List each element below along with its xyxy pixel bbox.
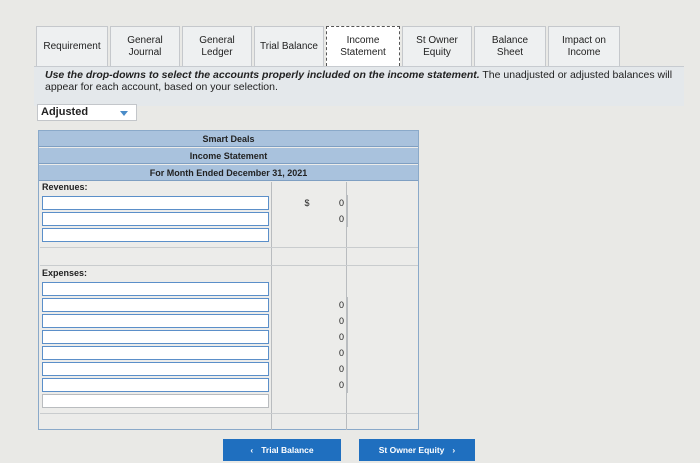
instructions-text: Use the drop-downs to select the account… [45,69,675,93]
expense-row [40,393,418,409]
revenue-account-select[interactable] [42,196,269,210]
instructions-bold: Use the drop-downs to select the account… [45,69,480,81]
tab-trial-balance[interactable]: Trial Balance [254,26,324,66]
statement-title: Income Statement [39,148,418,164]
expense-row [40,281,418,297]
expense-account-select[interactable] [42,378,269,392]
expense-row: 0 [40,361,418,377]
expense-value: 0 [316,297,348,313]
tab-general-journal[interactable]: General Journal [110,26,180,66]
expense-account-select[interactable] [42,394,269,408]
statement-period: For Month Ended December 31, 2021 [39,165,418,181]
revenue-value: 0 [316,195,348,211]
next-st-owner-equity-button[interactable]: St Owner Equity › [359,439,475,461]
expense-row: 0 [40,313,418,329]
prev-trial-balance-button[interactable]: ‹ Trial Balance [223,439,341,461]
expense-account-select[interactable] [42,362,269,376]
tab-requirement[interactable]: Requirement [36,26,108,66]
revenue-row: 0 [40,211,418,227]
revenues-label: Revenues: [42,182,88,192]
expense-value: 0 [316,313,348,329]
revenue-value: 0 [316,211,348,227]
revenue-account-select[interactable] [42,212,269,226]
income-statement-sheet: Smart Deals Income Statement For Month E… [38,130,419,430]
revenue-account-select[interactable] [42,228,269,242]
expense-row: 0 [40,329,418,345]
expense-value: 0 [316,329,348,345]
expenses-label: Expenses: [42,268,88,278]
tab-income-statement[interactable]: Income Statement [326,26,400,66]
tab-st-owner-equity[interactable]: St Owner Equity [402,26,472,66]
expense-account-select[interactable] [42,314,269,328]
dropdown-selected: Adjusted [41,106,89,118]
expense-value: 0 [316,377,348,393]
revenue-row: $ 0 [40,195,418,211]
expense-value: 0 [316,361,348,377]
expense-account-select[interactable] [42,330,269,344]
revenue-row [40,227,418,243]
company-name: Smart Deals [39,131,418,147]
expense-value: 0 [316,345,348,361]
tab-general-ledger[interactable]: General Ledger [182,26,252,66]
balance-type-dropdown[interactable]: Adjusted [37,104,137,121]
expense-row: 0 [40,345,418,361]
prev-button-label: Trial Balance [261,445,314,455]
expense-account-select[interactable] [42,298,269,312]
expense-row: 0 [40,377,418,393]
chevron-down-icon [120,111,128,116]
tab-balance-sheet[interactable]: Balance Sheet [474,26,546,66]
next-button-label: St Owner Equity [378,445,445,455]
tab-bar: Requirement General Journal General Ledg… [36,26,658,66]
tab-impact-on-income[interactable]: Impact on Income [548,26,620,66]
expense-row: 0 [40,297,418,313]
expense-account-select[interactable] [42,346,269,360]
expense-account-select[interactable] [42,282,269,296]
chevron-left-icon: ‹ [250,445,254,455]
chevron-right-icon: › [452,445,456,455]
